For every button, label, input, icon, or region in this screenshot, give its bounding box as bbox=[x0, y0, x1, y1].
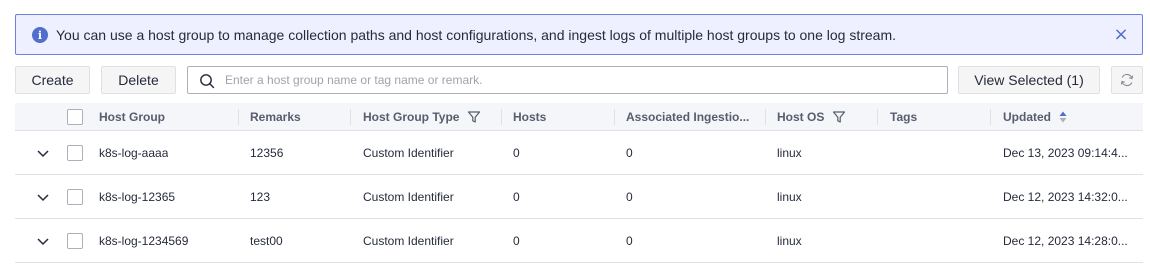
host-group-table: Host Group Remarks Host Group Type Hosts… bbox=[15, 103, 1143, 263]
cell-host-os: linux bbox=[777, 190, 802, 204]
col-hosts: Hosts bbox=[513, 110, 547, 124]
refresh-button[interactable] bbox=[1111, 66, 1143, 94]
chevron-down-icon[interactable] bbox=[36, 234, 50, 248]
chevron-down-icon[interactable] bbox=[36, 190, 50, 204]
create-button[interactable]: Create bbox=[15, 66, 90, 94]
cell-hosts: 0 bbox=[513, 146, 520, 160]
cell-associated-ingestion: 0 bbox=[626, 234, 633, 248]
info-notice: i You can use a host group to manage col… bbox=[15, 14, 1143, 55]
cell-updated: Dec 12, 2023 14:28:0... bbox=[1003, 234, 1128, 248]
sort-icon[interactable] bbox=[1059, 111, 1067, 123]
col-remarks: Remarks bbox=[250, 110, 301, 124]
table-row[interactable]: k8s-log-aaaa 12356 Custom Identifier 0 0… bbox=[15, 131, 1143, 175]
cell-host-group: k8s-log-aaaa bbox=[99, 146, 169, 160]
table-row[interactable]: k8s-log-1234569 test00 Custom Identifier… bbox=[15, 219, 1143, 263]
table-header: Host Group Remarks Host Group Type Hosts… bbox=[15, 103, 1143, 131]
search-input[interactable] bbox=[225, 71, 925, 89]
cell-host-group: k8s-log-12365 bbox=[99, 190, 176, 204]
delete-button[interactable]: Delete bbox=[101, 66, 176, 94]
cell-remarks: test00 bbox=[250, 234, 283, 248]
col-host-group: Host Group bbox=[99, 110, 165, 124]
col-tags: Tags bbox=[890, 110, 918, 124]
cell-associated-ingestion: 0 bbox=[626, 146, 633, 160]
row-checkbox[interactable] bbox=[67, 189, 83, 205]
col-associated-ingestion: Associated Ingestio... bbox=[626, 110, 750, 124]
table-row[interactable]: k8s-log-12365 123 Custom Identifier 0 0 … bbox=[15, 175, 1143, 219]
col-host-os[interactable]: Host OS bbox=[777, 103, 846, 131]
col-updated-label: Updated bbox=[1003, 110, 1051, 124]
cell-host-group: k8s-log-1234569 bbox=[99, 234, 189, 248]
notice-text: You can use a host group to manage colle… bbox=[56, 27, 897, 43]
cell-updated: Dec 12, 2023 14:32:0... bbox=[1003, 190, 1128, 204]
cell-host-group-type: Custom Identifier bbox=[363, 190, 454, 204]
filter-icon[interactable] bbox=[467, 110, 481, 124]
cell-host-group-type: Custom Identifier bbox=[363, 146, 454, 160]
search-icon bbox=[200, 74, 215, 89]
col-updated[interactable]: Updated bbox=[1003, 103, 1067, 131]
cell-host-group-type: Custom Identifier bbox=[363, 234, 454, 248]
search-box bbox=[187, 66, 948, 94]
col-host-os-label: Host OS bbox=[777, 110, 825, 124]
refresh-icon bbox=[1120, 73, 1134, 87]
cell-remarks: 123 bbox=[250, 190, 271, 204]
select-all-checkbox[interactable] bbox=[67, 109, 83, 125]
cell-host-os: linux bbox=[777, 146, 802, 160]
cell-hosts: 0 bbox=[513, 190, 520, 204]
cell-hosts: 0 bbox=[513, 234, 520, 248]
view-selected-button[interactable]: View Selected (1) bbox=[958, 66, 1100, 94]
cell-host-os: linux bbox=[777, 234, 802, 248]
col-host-group-type-label: Host Group Type bbox=[363, 110, 460, 124]
col-host-group-type[interactable]: Host Group Type bbox=[363, 103, 481, 131]
cell-remarks: 12356 bbox=[250, 146, 284, 160]
cell-associated-ingestion: 0 bbox=[626, 190, 633, 204]
cell-updated: Dec 13, 2023 09:14:4... bbox=[1003, 146, 1128, 160]
row-checkbox[interactable] bbox=[67, 233, 83, 249]
close-icon[interactable]: × bbox=[1113, 26, 1129, 44]
row-checkbox[interactable] bbox=[67, 145, 83, 161]
chevron-down-icon[interactable] bbox=[36, 146, 50, 160]
info-icon: i bbox=[32, 27, 48, 43]
filter-icon[interactable] bbox=[832, 110, 846, 124]
